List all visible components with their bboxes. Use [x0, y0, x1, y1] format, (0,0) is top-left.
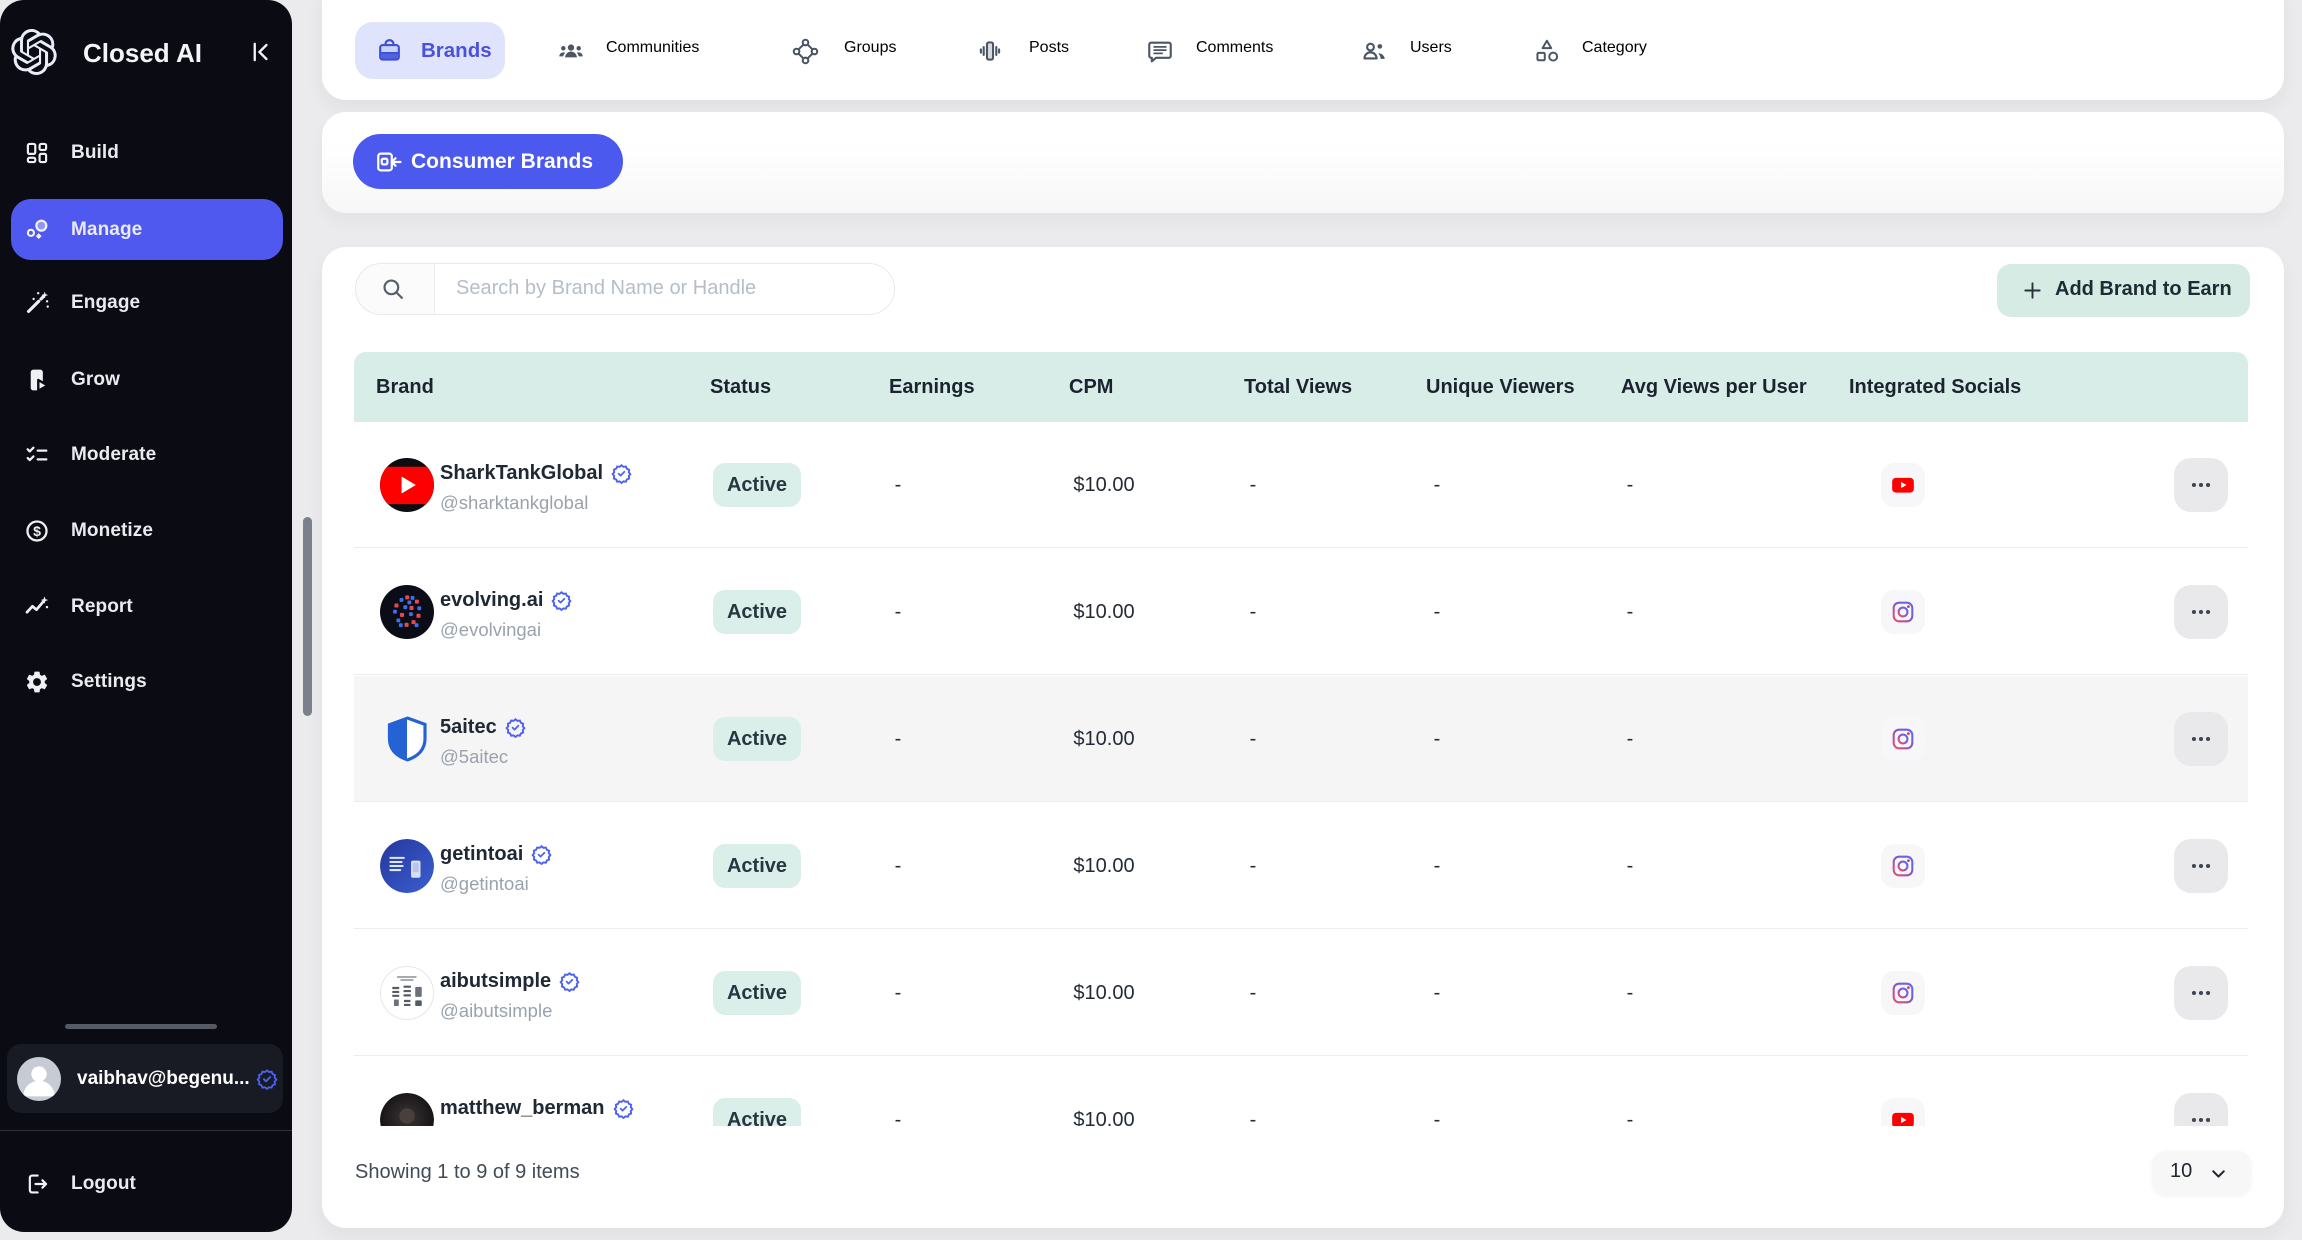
svg-text:$: $ [33, 523, 41, 539]
